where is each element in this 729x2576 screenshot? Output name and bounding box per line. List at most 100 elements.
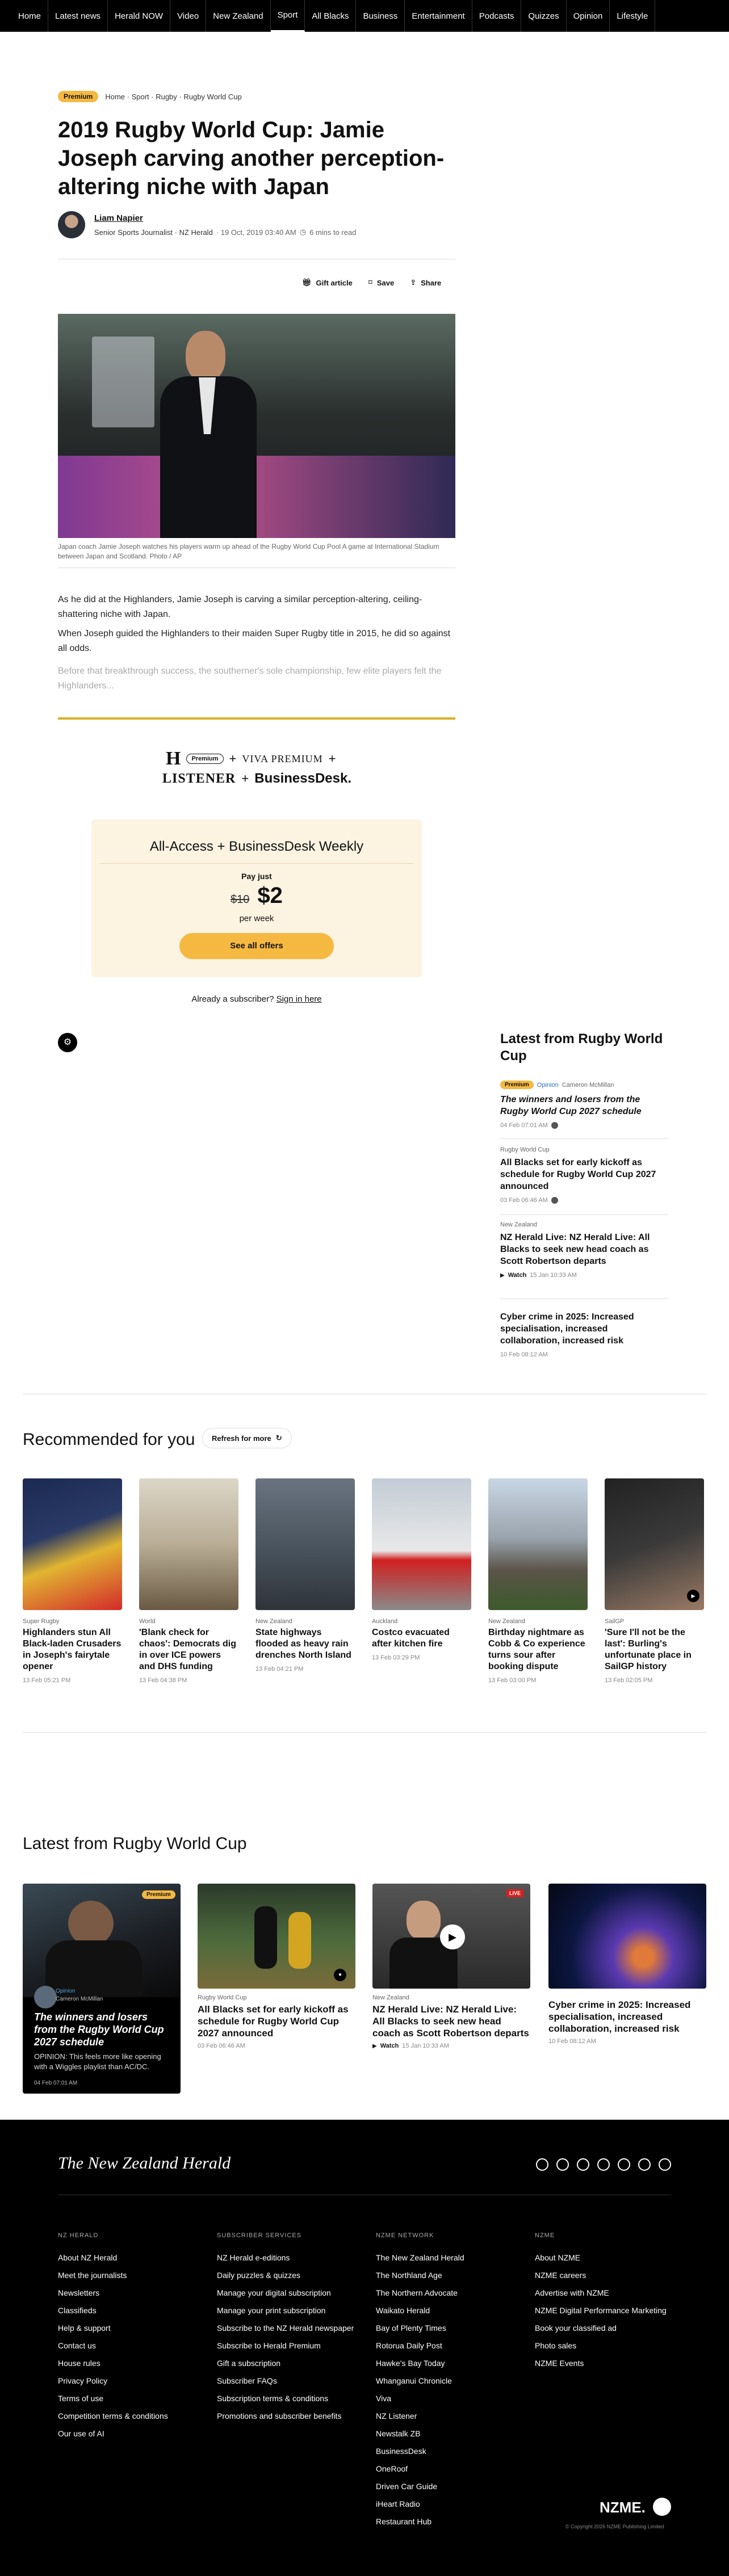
footer-link[interactable]: The Northern Advocate (376, 2284, 535, 2302)
footer-link[interactable]: Promotions and subscriber benefits (217, 2407, 376, 2425)
footer-link[interactable]: Manage your print subscription (217, 2302, 376, 2319)
recommended-card[interactable]: New Zealand State highways flooded as he… (255, 1478, 355, 1684)
instagram-icon[interactable] (556, 2158, 569, 2171)
nav-item[interactable]: Home (11, 0, 49, 32)
footer-link[interactable]: Hawke's Bay Today (376, 2355, 535, 2372)
youtube-icon[interactable] (659, 2158, 671, 2171)
nav-item[interactable]: Herald NOW (108, 0, 171, 32)
sidebar-item[interactable]: Rugby World Cup All Blacks set for early… (500, 1146, 668, 1204)
nav-item[interactable]: Sport (270, 0, 305, 32)
footer-link[interactable]: Manage your digital subscription (217, 2284, 376, 2302)
footer-link[interactable]: Help & support (58, 2319, 217, 2337)
footer-link[interactable]: Rotorua Daily Post (376, 2337, 535, 2355)
footer-link[interactable]: Advertise with NZME (535, 2284, 694, 2302)
footer-link[interactable]: Terms of use (58, 2390, 217, 2407)
latest-card[interactable]: ● Rugby World Cup All Blacks set for ear… (198, 1884, 355, 2049)
footer-link[interactable]: Gift a subscription (217, 2355, 376, 2372)
author-name[interactable]: Liam Napier (94, 213, 356, 223)
nav-item[interactable]: Lifestyle (610, 0, 656, 32)
footer-link[interactable]: OneRoof (376, 2460, 535, 2478)
sidebar-item[interactable]: New Zealand NZ Herald Live: NZ Herald Li… (500, 1221, 668, 1279)
footer-link[interactable]: The Northland Age (376, 2267, 535, 2284)
footer-link[interactable]: Driven Car Guide (376, 2478, 535, 2495)
footer-logo[interactable]: The New Zealand Herald (58, 2154, 231, 2173)
recommended-card[interactable]: New Zealand Birthday nightmare as Cobb &… (488, 1478, 588, 1684)
sign-in-link[interactable]: Sign in here (276, 994, 322, 1004)
item-author: Cameron McMillan (56, 1996, 103, 2002)
nav-item[interactable]: Opinion (567, 0, 610, 32)
footer-link[interactable]: Waikato Herald (376, 2302, 535, 2319)
recommended-card[interactable]: ▶ SailGP 'Sure I'll not be the last': Bu… (605, 1478, 704, 1684)
footer-link[interactable]: NZME Digital Performance Marketing (535, 2302, 694, 2319)
footer-link[interactable]: Book your classified ad (535, 2319, 694, 2337)
plus-sign: + (241, 771, 249, 785)
x-icon[interactable] (618, 2158, 630, 2171)
footer-link[interactable]: Privacy Policy (58, 2372, 217, 2390)
nav-item[interactable]: New Zealand (206, 0, 271, 32)
play-icon[interactable]: ▶ (440, 1924, 465, 1949)
footer-link[interactable]: Competition terms & conditions (58, 2407, 217, 2425)
footer-link[interactable]: Photo sales (535, 2337, 694, 2355)
footer-link[interactable]: NZME Events (535, 2355, 694, 2372)
footer-link[interactable]: Newsletters (58, 2284, 217, 2302)
footer-link[interactable]: Subscribe to Herald Premium (217, 2337, 376, 2355)
footer-link[interactable]: Bay of Plenty Times (376, 2319, 535, 2337)
sidebar-item[interactable]: Cyber crime in 2025: Increased specialis… (500, 1311, 668, 1358)
offer-title: All-Access + BusinessDesk Weekly (149, 839, 364, 854)
breadcrumb[interactable]: Home · Sport · Rugby · Rugby World Cup (105, 93, 241, 101)
footer-link[interactable]: NZ Listener (376, 2407, 535, 2425)
nzme-logo[interactable]: NZME. (600, 2499, 646, 2516)
recommended-card[interactable]: World 'Blank check for chaos': Democrats… (139, 1478, 238, 1684)
bluesky-icon[interactable] (638, 2158, 651, 2171)
nav-item[interactable]: Business (356, 0, 405, 32)
footer-link[interactable]: Restaurant Hub (376, 2513, 535, 2531)
latest-card[interactable]: ▶ LIVE New Zealand NZ Herald Live: NZ He… (372, 1884, 530, 2049)
share-button[interactable]: ⇪ Share (410, 278, 441, 287)
item-tag: World (139, 1618, 156, 1625)
footer-link[interactable]: Contact us (58, 2337, 217, 2355)
nav-item[interactable]: All Blacks (305, 0, 357, 32)
gift-article-button[interactable]: 🎁︎ Gift article (302, 278, 353, 287)
latest-card[interactable]: Cyber crime in 2025: Increased specialis… (548, 1884, 706, 2045)
footer-link[interactable]: BusinessDesk (376, 2443, 535, 2460)
item-title: Costco evacuated after kitchen fire (372, 1628, 450, 1649)
item-date: 04 Feb 07:01 AM (34, 2080, 78, 2086)
recommended-card[interactable]: Auckland Costco evacuated after kitchen … (372, 1478, 471, 1684)
nav-item[interactable]: Entertainment (405, 0, 472, 32)
latest-card-featured[interactable]: Premium Opinion Cameron McMillan The win… (23, 1884, 181, 2094)
footer-link[interactable]: Newstalk ZB (376, 2425, 535, 2443)
settings-icon[interactable]: ⚙ (58, 1033, 77, 1052)
footer-link[interactable]: House rules (58, 2355, 217, 2372)
footer-link[interactable]: NZ Herald e-editions (217, 2249, 376, 2267)
nav-item[interactable]: Podcasts (472, 0, 522, 32)
nav-item[interactable]: Video (170, 0, 207, 32)
facebook-icon[interactable] (536, 2158, 548, 2171)
save-button[interactable]: ⌑ Save (368, 278, 394, 287)
footer-link[interactable]: The New Zealand Herald (376, 2249, 535, 2267)
footer-link[interactable]: Subscription terms & conditions (217, 2390, 376, 2407)
recommended-card[interactable]: Super Rugby Highlanders stun All Black-l… (23, 1478, 122, 1684)
sidebar-item[interactable]: Premium Opinion Cameron McMillan The win… (500, 1081, 668, 1129)
threads-icon[interactable] (577, 2158, 589, 2171)
nav-item[interactable]: Quizzes (521, 0, 567, 32)
item-tag: Super Rugby (23, 1618, 60, 1625)
footer-link[interactable]: About NZME (535, 2249, 694, 2267)
footer-link[interactable]: Viva (376, 2390, 535, 2407)
footer-link[interactable]: NZME careers (535, 2267, 694, 2284)
footer-link[interactable]: Subscribe to the NZ Herald newspaper (217, 2319, 376, 2337)
footer-link[interactable]: Meet the journalists (58, 2267, 217, 2284)
footer-link[interactable]: About NZ Herald (58, 2249, 217, 2267)
footer-link[interactable]: Subscriber FAQs (217, 2372, 376, 2390)
footer-link[interactable]: Classifieds (58, 2302, 217, 2319)
author-avatar[interactable] (58, 211, 85, 238)
whatsapp-icon[interactable] (597, 2158, 610, 2171)
refresh-button[interactable]: Refresh for more ↻ (202, 1428, 292, 1448)
footer-link[interactable]: Whanganui Chronicle (376, 2372, 535, 2390)
footer: The New Zealand Herald NZ HERALD About NZ… (0, 2120, 729, 2576)
footer-link[interactable]: Our use of AI (58, 2425, 217, 2443)
subscriber-text: Already a subscriber? (191, 994, 274, 1004)
footer-link[interactable]: iHeart Radio (376, 2495, 535, 2513)
nav-item[interactable]: Latest news (48, 0, 108, 32)
see-all-offers-button[interactable]: See all offers (179, 933, 334, 959)
footer-link[interactable]: Daily puzzles & quizzes (217, 2267, 376, 2284)
